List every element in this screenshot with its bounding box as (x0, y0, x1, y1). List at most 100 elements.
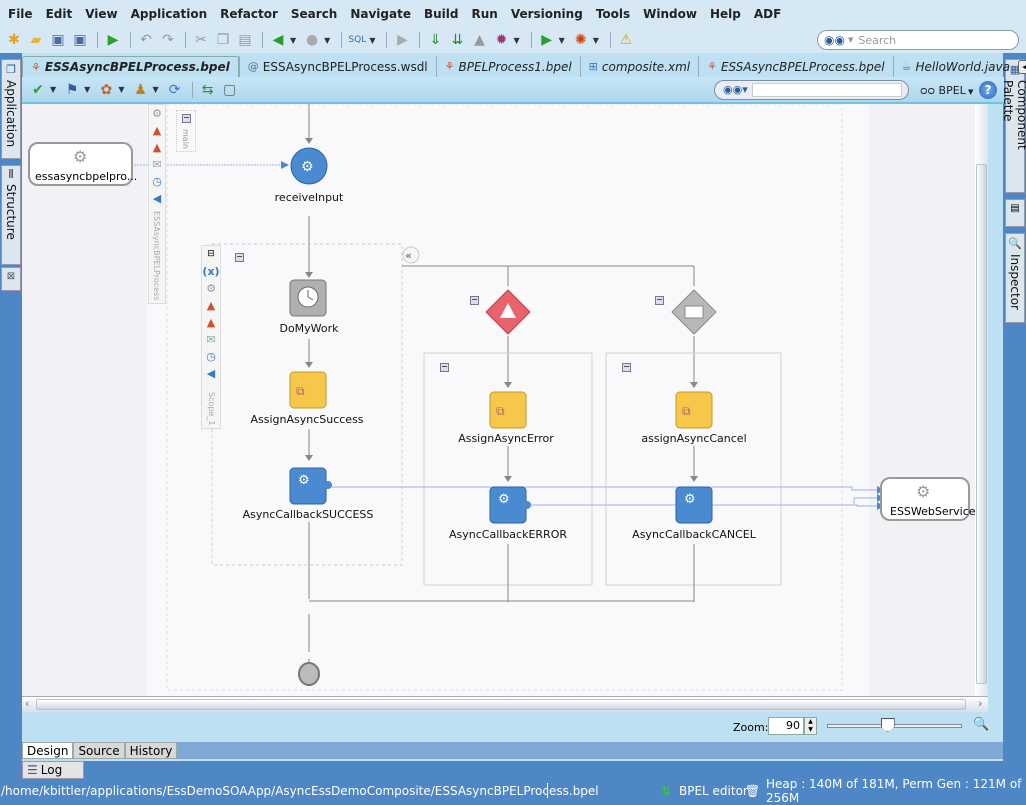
vertical-scroll-thumb[interactable] (976, 164, 987, 684)
component-palette-tab[interactable]: ▦ Component Palette (1001, 59, 1026, 193)
language-dropdown[interactable]: ᴑᴑ BPEL ▼ (920, 84, 973, 97)
menu-adf[interactable]: ADF (754, 7, 781, 21)
menu-run[interactable]: Run (472, 7, 498, 21)
zoom-value-input[interactable]: 90 (768, 717, 804, 735)
zoom-spinner[interactable]: ▲ ▼ (804, 717, 817, 735)
file-tab[interactable]: ⚘ ESSAsyncBPELProcess.bpel (22, 56, 239, 77)
tab-history[interactable]: History (124, 742, 178, 759)
zoom-fit-icon[interactable]: 🔍 (973, 717, 989, 732)
structure-panel-tab[interactable]: ⫼ Structure (1, 165, 21, 265)
add-compensation-icon[interactable]: ◀ (153, 190, 161, 207)
add-onalarm-icon[interactable]: ◷ (206, 348, 216, 365)
menu-application[interactable]: Application (131, 7, 208, 21)
file-tab[interactable]: ⚘ ESSAsyncBPELProcess.bpel (698, 56, 893, 77)
forward-icon[interactable]: ● (302, 30, 322, 50)
back-icon[interactable]: ◀ (268, 30, 288, 50)
menu-edit[interactable]: Edit (46, 7, 73, 21)
add-onmessage-icon[interactable]: ✉ (152, 156, 161, 173)
tab-design[interactable]: Design (22, 742, 74, 759)
chevron-down-icon[interactable]: ▼ (559, 36, 565, 45)
chevron-down-icon[interactable]: ▼ (848, 36, 853, 44)
async-callback-cancel-activity[interactable]: AsyncCallbackCANCEL (632, 528, 756, 541)
run-project-icon[interactable]: ▶ (537, 30, 557, 50)
assign-async-success-activity[interactable]: AssignAsyncSuccess (250, 413, 363, 426)
binoculars-icon[interactable]: ◉◉▾ (723, 83, 748, 96)
save-icon[interactable]: ▣ (48, 30, 68, 50)
chevron-down-icon[interactable]: ▼ (513, 36, 519, 45)
make-icon[interactable]: ⇓ (425, 30, 445, 50)
menu-search[interactable]: Search (291, 7, 337, 21)
chevron-down-icon[interactable]: ▼ (118, 85, 124, 94)
collapse-catch-button[interactable]: − (470, 296, 479, 305)
gear-icon[interactable]: ⚙ (152, 105, 162, 122)
assign-async-cancel-activity[interactable]: assignAsyncCancel (641, 432, 746, 445)
binoculars-icon[interactable]: ◉◉ (824, 33, 845, 47)
chevron-down-icon[interactable]: ▼ (593, 36, 599, 45)
validate-icon[interactable]: ✔ (28, 80, 48, 100)
gear-icon[interactable]: ⚙ (206, 280, 216, 297)
garbage-collect-icon[interactable]: 🗑 (745, 784, 760, 798)
copy-icon[interactable]: ❐ (213, 30, 233, 50)
help-icon[interactable]: ? (979, 81, 997, 99)
debug-bug-icon[interactable]: ✺ (571, 30, 591, 50)
menu-refactor[interactable]: Refactor (220, 7, 278, 21)
application-panel-tab[interactable]: ❐ Application (1, 59, 21, 159)
inspector-tab[interactable]: 🔍 Inspector (1005, 233, 1025, 323)
warning-icon[interactable]: ⚠ (616, 30, 636, 50)
collapse-scope-icon[interactable]: ⊟ (207, 246, 215, 263)
assign-async-error-activity[interactable]: AssignAsyncError (458, 432, 554, 445)
partner-link-esswebservice[interactable]: ⚙ ESSWebService (880, 477, 975, 521)
zoom-slider-thumb[interactable] (880, 718, 895, 732)
menu-help[interactable]: Help (710, 7, 741, 21)
file-tab[interactable]: @ ESSAsyncBPELProcess.wsdl (238, 56, 436, 77)
save-all-icon[interactable]: ▣ (70, 30, 90, 50)
add-catch-icon[interactable]: ▲ (207, 297, 215, 314)
sql-icon[interactable]: SQL (347, 30, 367, 50)
scroll-tabs-left-icon[interactable]: ◀ (1017, 60, 1026, 74)
do-my-work-activity[interactable]: DoMyWork (279, 322, 338, 335)
add-onalarm-icon[interactable]: ◷ (152, 173, 162, 190)
chevron-down-icon[interactable]: ▼ (290, 36, 296, 45)
chevron-down-icon[interactable]: ▼ (50, 85, 56, 94)
run-icon[interactable]: ▶ (103, 30, 123, 50)
debug-run-icon[interactable]: ▶ (392, 30, 412, 50)
resource-palette-tab[interactable]: ▤ (1005, 199, 1025, 227)
receive-input-activity[interactable]: receiveInput (275, 191, 344, 204)
chevron-down-icon[interactable]: ▼ (152, 85, 158, 94)
color-wheel-icon[interactable]: ✿ (96, 80, 116, 100)
menu-view[interactable]: View (85, 7, 117, 21)
menu-build[interactable]: Build (424, 7, 459, 21)
variables-icon[interactable]: ⇆ (198, 80, 218, 100)
menu-versioning[interactable]: Versioning (511, 7, 583, 21)
partner-link-client[interactable]: ⚙ essasyncbpelpro... (28, 142, 137, 186)
async-callback-error-activity[interactable]: AsyncCallbackERROR (449, 528, 567, 541)
file-tab[interactable]: ⚘ BPELProcess1.bpel (435, 56, 580, 77)
sensors-icon[interactable]: ▢ (220, 80, 240, 100)
collapse-catch-sequence-button[interactable]: − (440, 363, 449, 372)
chevron-down-icon[interactable]: ▼ (84, 85, 90, 94)
redo-icon[interactable]: ↷ (158, 30, 178, 50)
menu-window[interactable]: Window (643, 7, 697, 21)
horizontal-scrollbar[interactable]: ‹ › (22, 696, 988, 712)
collapse-sequence-button[interactable]: − (235, 253, 244, 262)
menu-tools[interactable]: Tools (596, 7, 630, 21)
vertical-scrollbar[interactable] (975, 104, 988, 696)
open-icon[interactable]: ▰ (26, 30, 46, 50)
diagram-find-input[interactable]: ◉◉▾ (714, 80, 909, 100)
menu-navigate[interactable]: Navigate (350, 7, 411, 21)
collapse-onevent-sequence-button[interactable]: − (622, 363, 631, 372)
scroll-left-icon[interactable]: ‹ (25, 697, 29, 710)
new-icon[interactable]: ✱ (4, 30, 24, 50)
chevron-down-icon[interactable]: ▼ (324, 36, 330, 45)
add-catchall-icon[interactable]: ▲ (207, 314, 215, 331)
add-onmessage-icon[interactable]: ✉ (206, 331, 215, 348)
horizontal-scroll-thumb[interactable] (36, 699, 966, 710)
scroll-right-icon[interactable]: › (978, 697, 982, 710)
file-tab[interactable]: ⊞ composite.xml (579, 56, 698, 77)
add-compensation-icon[interactable]: ◀ (207, 365, 215, 382)
async-callback-success-activity[interactable]: AsyncCallbackSUCCESS (243, 508, 374, 521)
cut-icon[interactable]: ✂ (191, 30, 211, 50)
collapse-main-button[interactable]: − (182, 114, 191, 123)
bookmark-icon[interactable]: ⚑ (62, 80, 82, 100)
variables-icon[interactable]: (x) (202, 263, 219, 280)
